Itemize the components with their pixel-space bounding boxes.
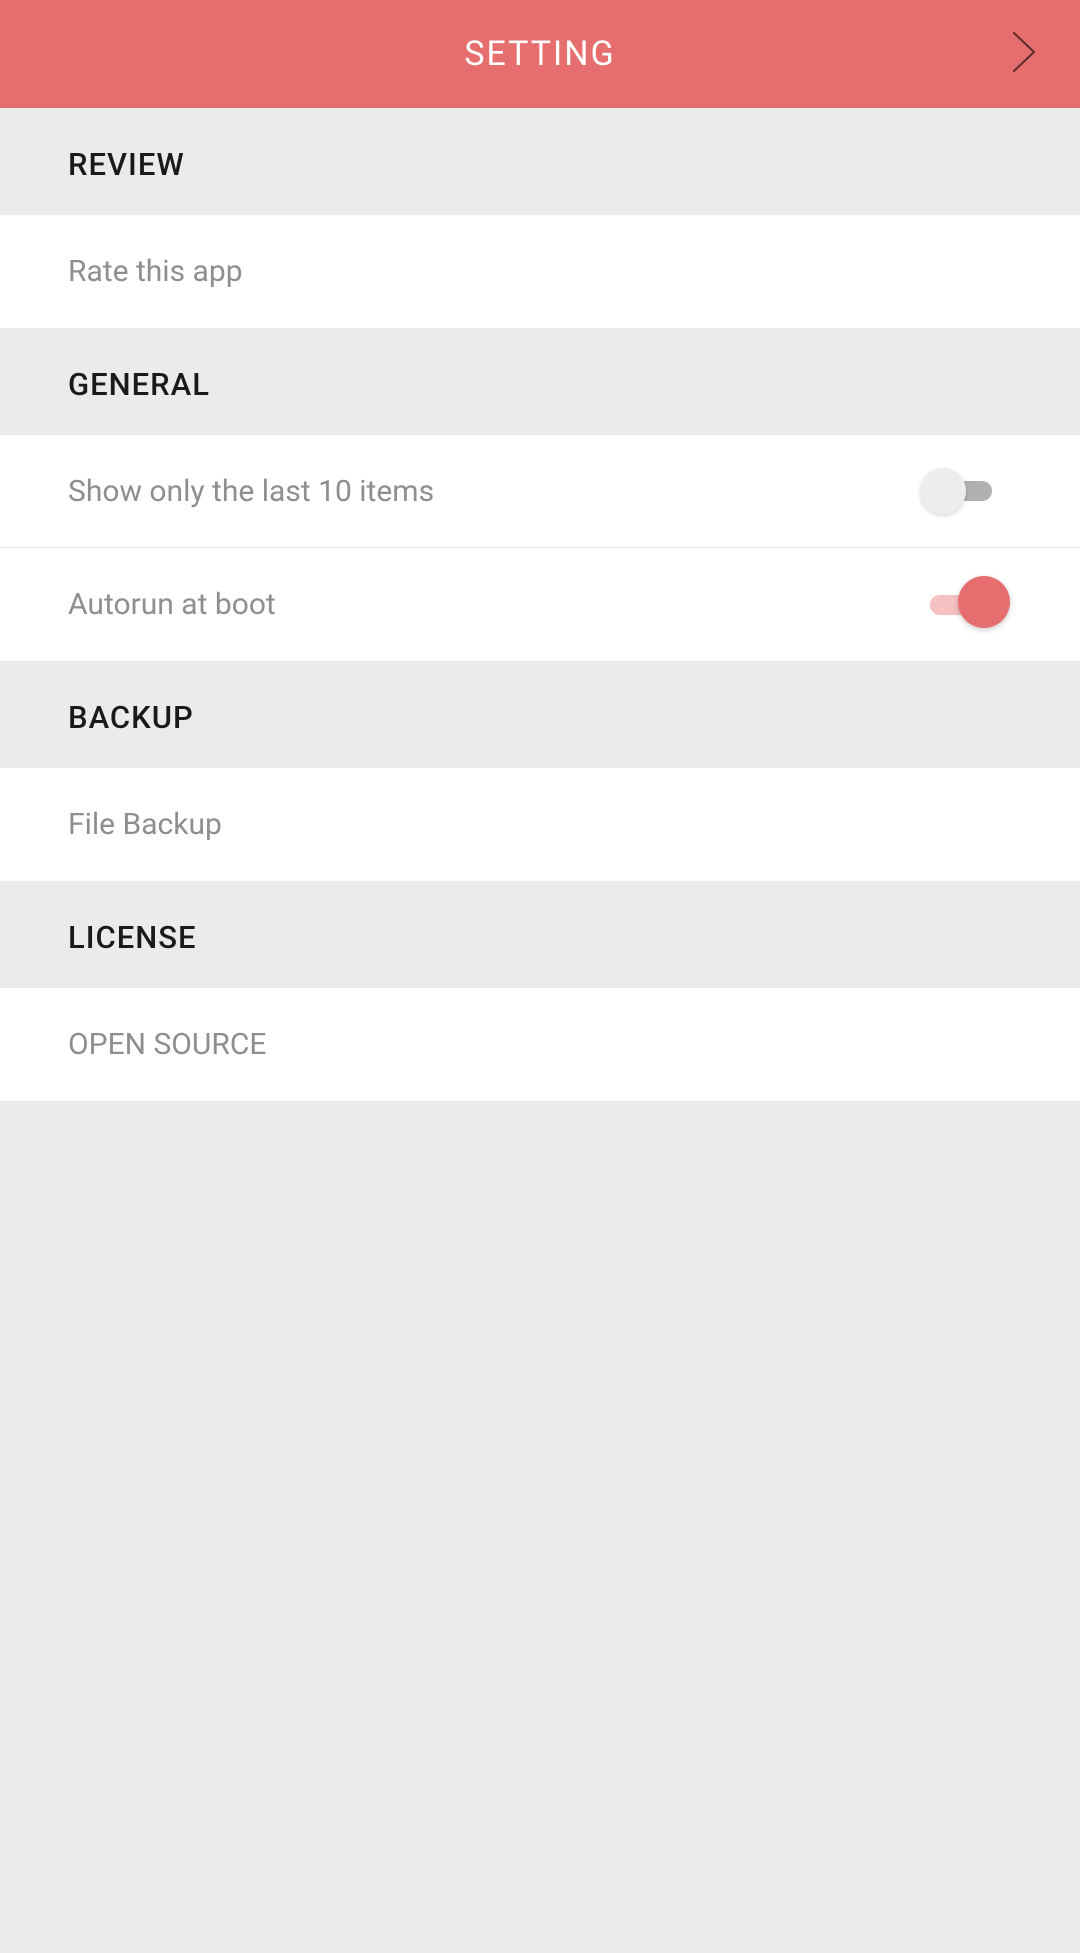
open-source-label: OPEN SOURCE — [68, 1027, 266, 1062]
file-backup-row[interactable]: File Backup — [0, 768, 1080, 881]
section-header-general: GENERAL — [0, 328, 1080, 435]
chevron-right-icon[interactable] — [1010, 29, 1040, 79]
show-last-items-row[interactable]: Show only the last 10 items — [0, 435, 1080, 548]
section-header-backup: BACKUP — [0, 661, 1080, 768]
section-title: REVIEW — [68, 146, 185, 183]
section-header-review: REVIEW — [0, 108, 1080, 215]
section-title: LICENSE — [68, 919, 197, 956]
section-title: GENERAL — [68, 366, 210, 403]
autorun-toggle[interactable] — [930, 590, 1002, 620]
show-last-items-toggle[interactable] — [920, 476, 992, 506]
app-header: SETTING — [0, 0, 1080, 108]
rate-app-label: Rate this app — [68, 254, 243, 289]
open-source-row[interactable]: OPEN SOURCE — [0, 988, 1080, 1101]
rate-app-row[interactable]: Rate this app — [0, 215, 1080, 328]
autorun-row[interactable]: Autorun at boot — [0, 548, 1080, 661]
header-title: SETTING — [464, 34, 615, 74]
section-title: BACKUP — [68, 699, 194, 736]
section-header-license: LICENSE — [0, 881, 1080, 988]
file-backup-label: File Backup — [68, 807, 222, 842]
autorun-label: Autorun at boot — [68, 587, 276, 622]
show-last-items-label: Show only the last 10 items — [68, 474, 434, 509]
